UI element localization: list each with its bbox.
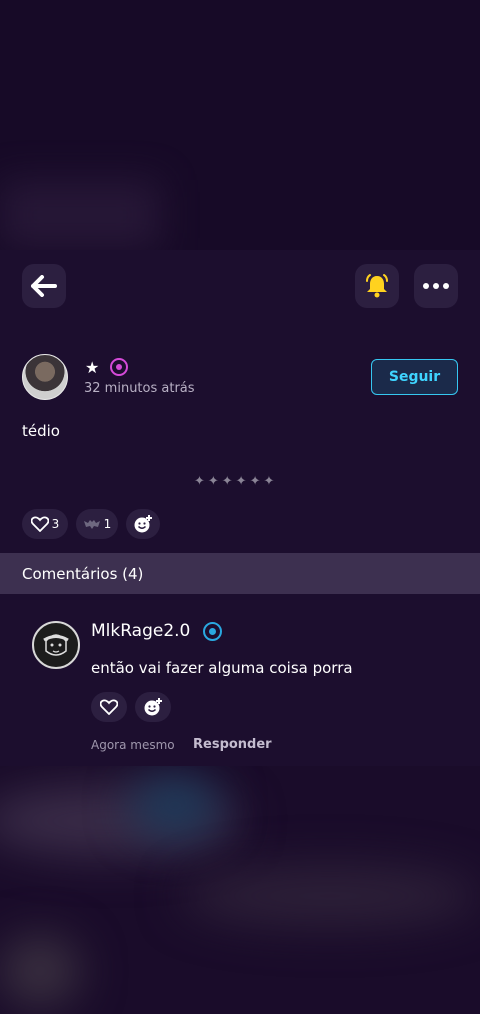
blurred-background-top	[0, 0, 480, 250]
comment-like-button[interactable]	[91, 692, 127, 722]
post-screen	[0, 250, 480, 766]
back-button[interactable]	[22, 264, 66, 308]
avatar-drawing	[43, 634, 69, 656]
follow-button[interactable]: Seguir	[371, 359, 458, 395]
comment-add-reaction-button[interactable]	[135, 692, 171, 722]
heart-icon	[100, 699, 118, 715]
reply-button[interactable]: Responder	[193, 737, 272, 752]
like-count: 3	[51, 517, 60, 531]
notifications-button[interactable]	[355, 264, 399, 308]
author-avatar[interactable]	[22, 354, 68, 400]
bat-icon	[83, 520, 100, 529]
add-emoji-icon	[144, 698, 162, 716]
comments-title: Comentários (4)	[22, 564, 144, 583]
comment-text: então vai fazer alguma coisa porra	[91, 659, 353, 677]
heart-icon	[30, 516, 49, 532]
comment-author-name[interactable]: MlkRage2.0	[91, 621, 190, 641]
verified-badge-icon	[203, 622, 222, 641]
bell-icon	[366, 274, 388, 298]
divider-ornament: ✦✦✦✦✦✦	[194, 474, 278, 489]
add-reaction-button[interactable]	[126, 509, 160, 539]
comment-time: Agora mesmo	[91, 738, 175, 752]
arrow-left-icon	[31, 275, 57, 297]
star-icon: ★	[85, 358, 100, 377]
more-horizontal-icon	[423, 283, 449, 289]
comments-header: Comentários (4)	[0, 553, 480, 594]
level-badge-icon	[110, 358, 128, 376]
blurred-background-bottom	[0, 766, 480, 1014]
prop-count: 1	[103, 517, 112, 531]
add-emoji-icon	[134, 515, 152, 533]
post-time: 32 minutos atrás	[84, 381, 195, 396]
comment-author-avatar[interactable]	[32, 621, 80, 669]
like-button[interactable]: 3	[22, 509, 68, 539]
post-text: tédio	[22, 422, 60, 440]
more-options-button[interactable]	[414, 264, 458, 308]
prop-reaction-button[interactable]: 1	[76, 509, 118, 539]
